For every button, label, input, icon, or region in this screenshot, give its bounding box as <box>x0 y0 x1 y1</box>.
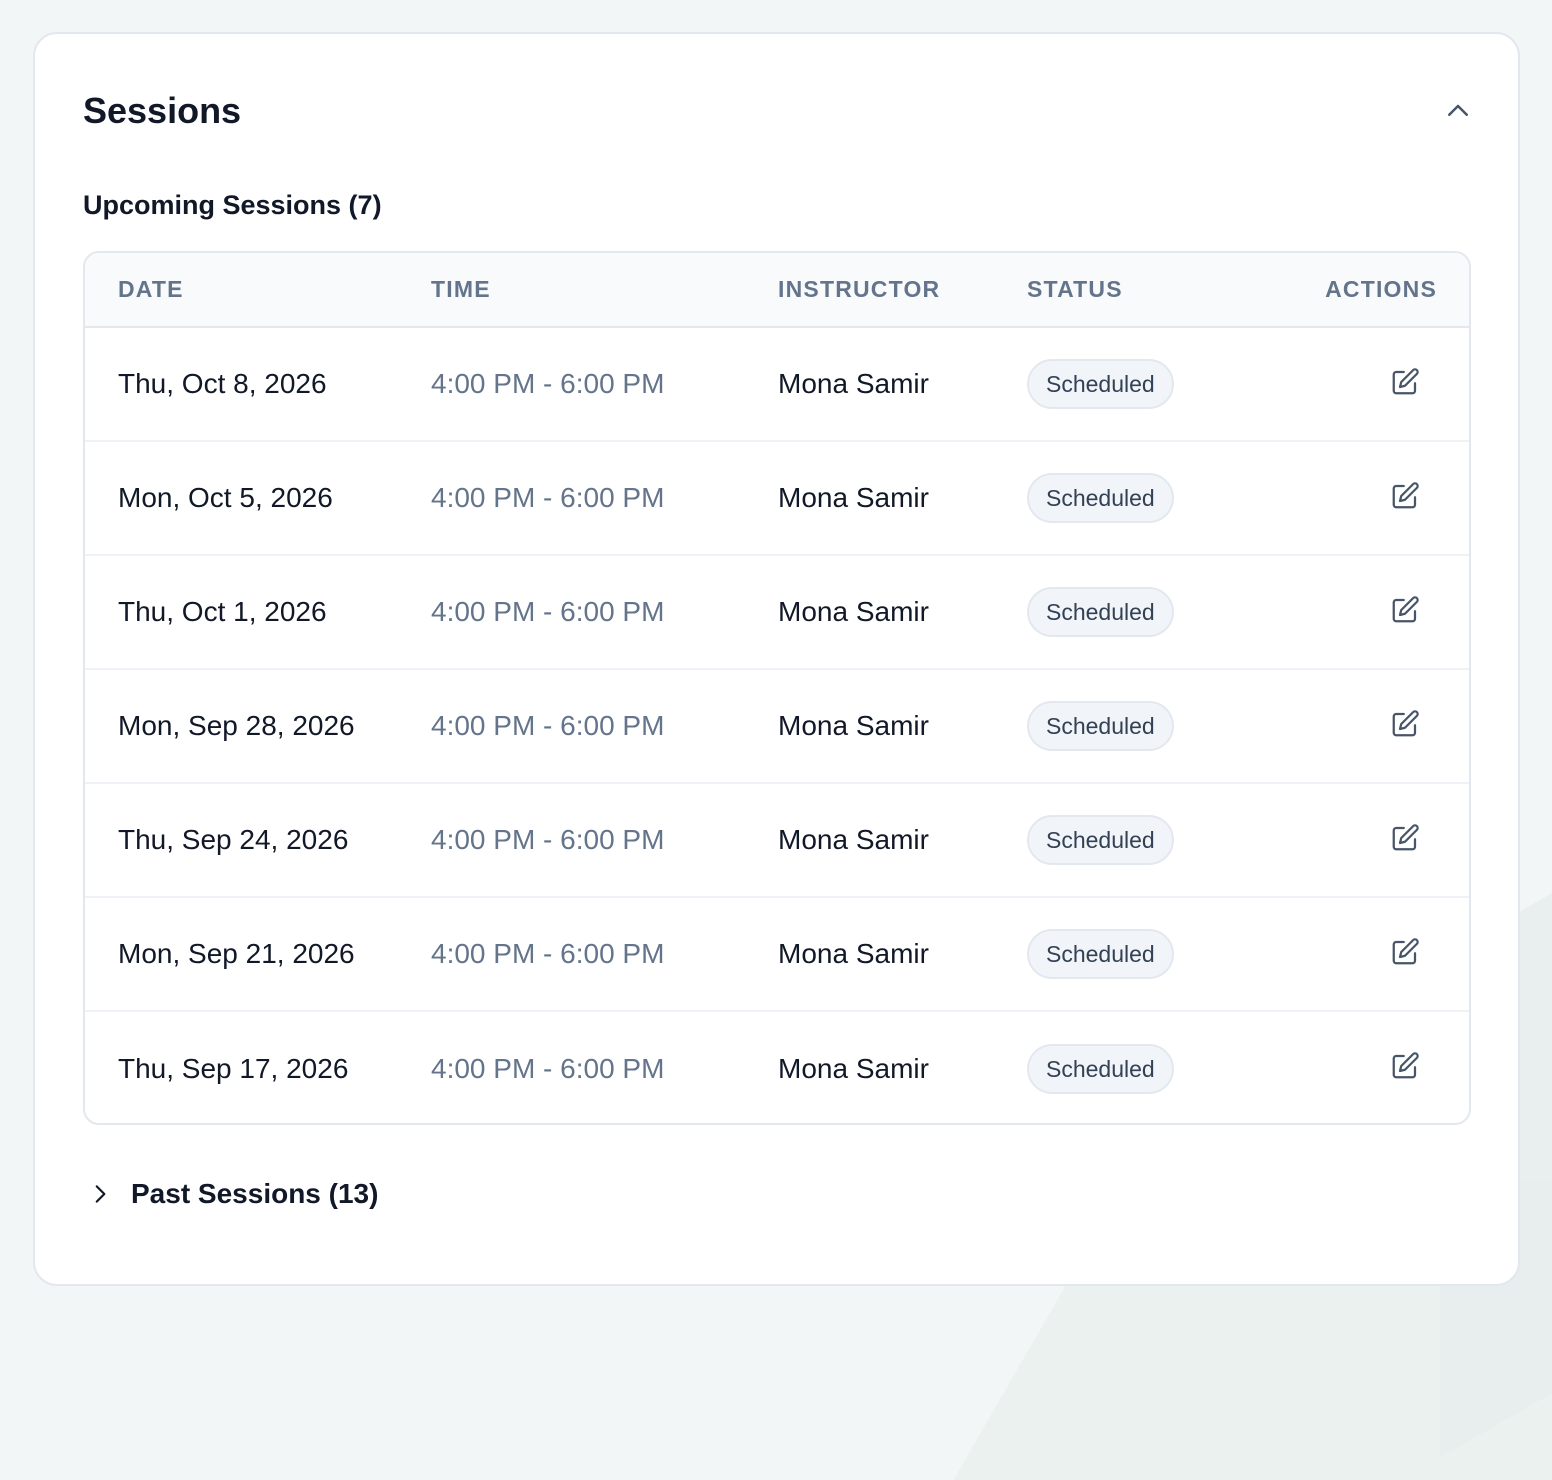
status-badge: Scheduled <box>1027 1043 1174 1094</box>
table-row[interactable]: Thu, Oct 1, 2026 4:00 PM - 6:00 PM Mona … <box>85 555 1469 669</box>
session-date: Mon, Oct 5, 2026 <box>118 482 333 513</box>
column-header-status[interactable]: Status <box>1027 253 1257 327</box>
table-header-row: Date Time Instructor Status Actions <box>85 253 1469 327</box>
status-badge: Scheduled <box>1027 701 1174 751</box>
status-badge: Scheduled <box>1027 815 1174 865</box>
session-instructor: Mona Samir <box>778 1052 929 1084</box>
card-header: Sessions <box>83 86 1470 136</box>
column-header-date[interactable]: Date <box>85 253 431 327</box>
edit-button[interactable] <box>1388 593 1422 627</box>
session-time: 4:00 PM - 6:00 PM <box>431 368 665 399</box>
edit-icon <box>1392 595 1419 622</box>
status-badge: Scheduled <box>1027 359 1174 409</box>
column-header-instructor[interactable]: Instructor <box>778 253 1027 327</box>
edit-button[interactable] <box>1388 821 1422 855</box>
edit-icon <box>1392 367 1419 394</box>
table-row[interactable]: Thu, Sep 24, 2026 4:00 PM - 6:00 PM Mona… <box>85 783 1469 897</box>
session-instructor: Mona Samir <box>778 938 929 969</box>
session-actions <box>1257 441 1469 555</box>
session-instructor: Mona Samir <box>778 482 929 513</box>
session-time: 4:00 PM - 6:00 PM <box>431 596 665 627</box>
edit-button[interactable] <box>1388 1049 1422 1083</box>
column-header-time[interactable]: Time <box>431 253 778 327</box>
table-row[interactable]: Thu, Oct 8, 2026 4:00 PM - 6:00 PM Mona … <box>85 327 1469 441</box>
edit-button[interactable] <box>1388 479 1422 513</box>
session-time: 4:00 PM - 6:00 PM <box>431 1052 665 1084</box>
chevron-right-icon <box>83 1177 117 1211</box>
session-date: Mon, Sep 28, 2026 <box>118 710 355 741</box>
status-badge: Scheduled <box>1027 473 1174 523</box>
session-actions <box>1257 783 1469 897</box>
status-badge: Scheduled <box>1027 929 1174 979</box>
edit-icon <box>1392 937 1419 964</box>
collapse-button[interactable] <box>1438 91 1478 131</box>
edit-icon <box>1392 1052 1419 1079</box>
session-date: Thu, Oct 8, 2026 <box>118 368 327 399</box>
sessions-table: Date Time Instructor Status Actions Thu,… <box>83 251 1471 1125</box>
session-instructor: Mona Samir <box>778 368 929 399</box>
past-sessions-toggle[interactable]: Past Sessions (13) <box>83 1174 378 1214</box>
edit-icon <box>1392 709 1419 736</box>
sessions-card: Sessions Upcoming Sessions (7) Date Time… <box>33 32 1520 1286</box>
session-time: 4:00 PM - 6:00 PM <box>431 482 665 513</box>
session-actions <box>1257 897 1469 1011</box>
session-status-cell: Scheduled <box>1027 783 1257 897</box>
session-actions <box>1257 327 1469 441</box>
table-row[interactable]: Mon, Sep 21, 2026 4:00 PM - 6:00 PM Mona… <box>85 897 1469 1011</box>
session-instructor: Mona Samir <box>778 824 929 855</box>
edit-button[interactable] <box>1388 365 1422 399</box>
session-actions <box>1257 669 1469 783</box>
card-title: Sessions <box>83 90 242 131</box>
session-actions <box>1257 1011 1469 1123</box>
session-instructor: Mona Samir <box>778 596 929 627</box>
edit-icon <box>1392 481 1419 508</box>
table-row[interactable]: Thu, Sep 17, 2026 4:00 PM - 6:00 PM Mona… <box>85 1011 1469 1123</box>
edit-icon <box>1392 823 1419 850</box>
session-time: 4:00 PM - 6:00 PM <box>431 938 665 969</box>
edit-button[interactable] <box>1388 935 1422 969</box>
session-status-cell: Scheduled <box>1027 1011 1257 1123</box>
table-row[interactable]: Mon, Sep 28, 2026 4:00 PM - 6:00 PM Mona… <box>85 669 1469 783</box>
session-instructor: Mona Samir <box>778 710 929 741</box>
session-date: Thu, Sep 24, 2026 <box>118 824 349 855</box>
session-actions <box>1257 555 1469 669</box>
session-time: 4:00 PM - 6:00 PM <box>431 824 665 855</box>
session-date: Thu, Sep 17, 2026 <box>118 1052 349 1084</box>
session-status-cell: Scheduled <box>1027 327 1257 441</box>
column-header-actions: Actions <box>1325 276 1437 302</box>
session-date: Thu, Oct 1, 2026 <box>118 596 327 627</box>
session-status-cell: Scheduled <box>1027 897 1257 1011</box>
session-status-cell: Scheduled <box>1027 555 1257 669</box>
session-date: Mon, Sep 21, 2026 <box>118 938 355 969</box>
chevron-up-icon <box>1448 104 1468 116</box>
edit-button[interactable] <box>1388 707 1422 741</box>
session-time: 4:00 PM - 6:00 PM <box>431 710 665 741</box>
table-row[interactable]: Mon, Oct 5, 2026 4:00 PM - 6:00 PM Mona … <box>85 441 1469 555</box>
past-sessions-label: Past Sessions (13) <box>131 1178 379 1209</box>
session-status-cell: Scheduled <box>1027 669 1257 783</box>
status-badge: Scheduled <box>1027 587 1174 637</box>
upcoming-sessions-heading: Upcoming Sessions (7) <box>83 190 382 220</box>
session-status-cell: Scheduled <box>1027 441 1257 555</box>
